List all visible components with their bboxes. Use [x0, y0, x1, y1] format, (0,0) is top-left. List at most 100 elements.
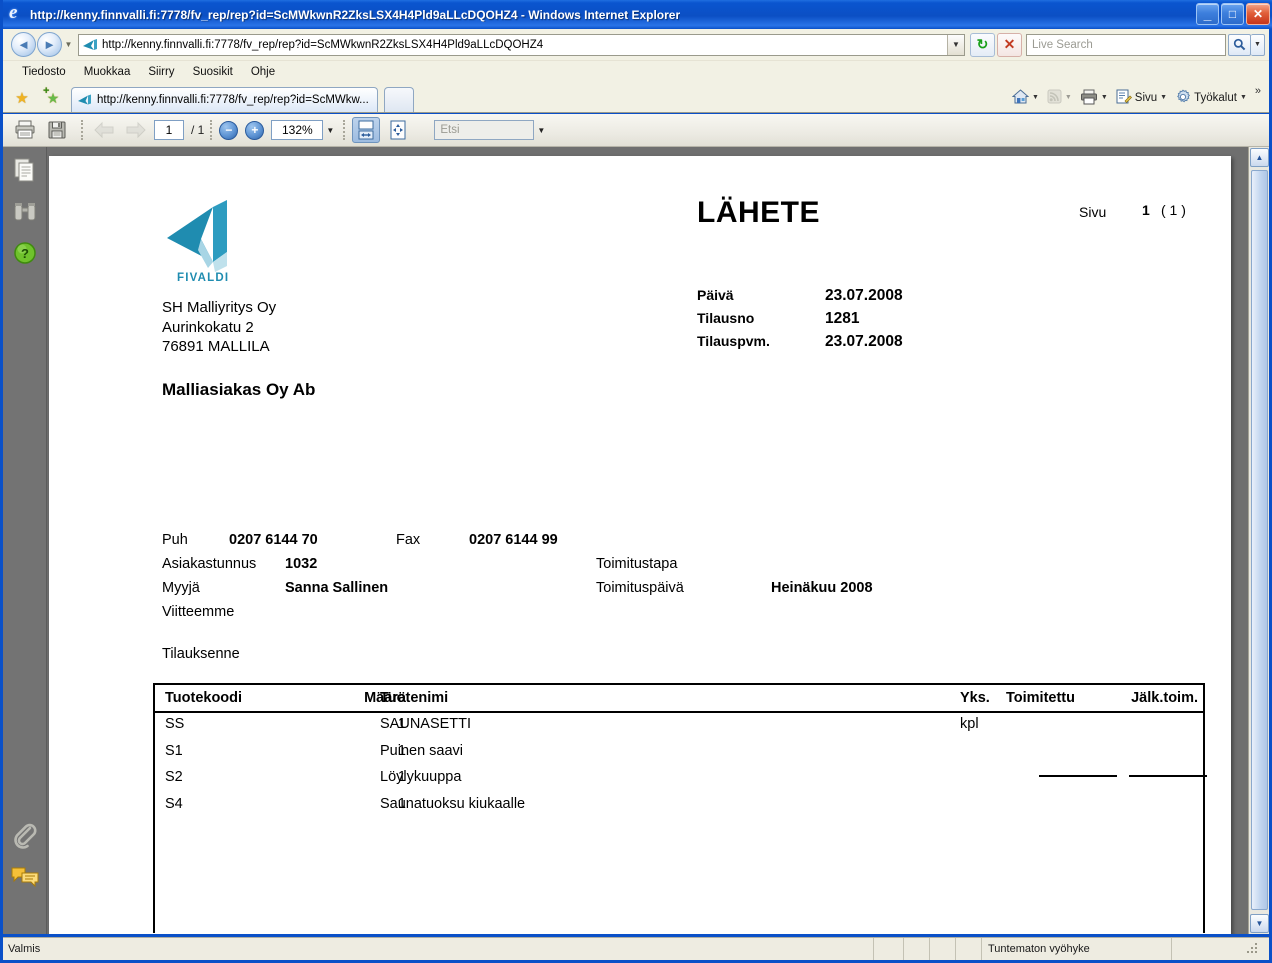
meta-row-paiva: Päivä 23.07.2008	[697, 284, 903, 307]
cell-name: SAUNASETTI	[380, 716, 472, 732]
page-menu-dropdown-icon[interactable]: ▼	[1160, 94, 1167, 101]
detail-label-2	[596, 600, 771, 624]
pdf-viewer: ? FIVALDI SH Malliyritys Oy Aurinkokatu …	[3, 147, 1269, 934]
detail-value: 1032	[285, 556, 318, 572]
search-binoculars-icon[interactable]	[8, 195, 42, 229]
pdf-find-dropdown-icon[interactable]: ▼	[534, 120, 548, 140]
print-icon	[1080, 89, 1098, 107]
add-to-favorites-icon[interactable]: ★	[42, 85, 64, 109]
refresh-button[interactable]: ↻	[970, 32, 995, 57]
command-bar: ▼ ▼ ▼ Sivu ▼ Työkalut ▼ »	[1008, 83, 1269, 112]
favorites-star-icon[interactable]: ★	[11, 87, 33, 109]
pdf-page-input[interactable]: 1	[154, 120, 184, 140]
pdf-previous-page-button[interactable]	[90, 117, 118, 143]
comments-icon[interactable]	[8, 860, 42, 894]
cell-qty: 1	[397, 795, 406, 812]
detail-value: Sanna Sallinen	[285, 580, 389, 596]
pages-panel-icon[interactable]	[8, 154, 42, 188]
pdf-save-button[interactable]	[43, 117, 71, 143]
scroll-down-button[interactable]: ▼	[1250, 914, 1269, 933]
pdf-zoom-out-button[interactable]: −	[219, 120, 239, 140]
pdf-print-button[interactable]	[11, 117, 39, 143]
security-zone[interactable]: Tuntematon vyöhyke	[981, 938, 1171, 960]
table-row: S2 Löylykuuppa 1	[155, 766, 1203, 793]
detail-label: Asiakastunnus	[162, 556, 257, 572]
navigation-bar: ◄ ► ▼ http://kenny.finnvalli.fi:7778/fv_…	[3, 29, 1269, 61]
close-button[interactable]: ✕	[1246, 3, 1270, 25]
live-search-input[interactable]: Live Search	[1026, 33, 1226, 56]
feeds-button[interactable]: ▼	[1043, 86, 1076, 110]
scrollbar-thumb[interactable]	[1251, 170, 1268, 910]
menu-bar: Tiedosto Muokkaa Siirry Suosikit Ohje	[3, 61, 1269, 83]
cell-code: S1	[165, 742, 183, 759]
menu-item-ohje[interactable]: Ohje	[242, 64, 284, 80]
pdf-find-placeholder: Etsi	[440, 124, 460, 136]
menu-item-tiedosto[interactable]: Tiedosto	[13, 64, 75, 80]
items-table-header: Tuotekoodi Tuotenimi Määrä Yks. Toimitet…	[155, 685, 1203, 713]
browser-tab[interactable]: http://kenny.finnvalli.fi:7778/fv_rep/re…	[71, 87, 378, 112]
toolbar-separator	[81, 120, 84, 140]
pdf-zoom-level[interactable]: 132%	[271, 120, 324, 140]
pdf-find-input[interactable]: Etsi	[434, 120, 535, 140]
security-zone-text: Tuntematon vyöhyke	[988, 943, 1090, 955]
home-button[interactable]: ▼	[1008, 86, 1043, 110]
pdf-zoom-in-button[interactable]: +	[245, 120, 265, 140]
pdf-zoom-dropdown-icon[interactable]: ▼	[323, 120, 337, 140]
command-overflow-icon[interactable]: »	[1251, 85, 1265, 97]
tools-menu-button[interactable]: Työkalut ▼	[1171, 86, 1251, 110]
attachments-paperclip-icon[interactable]	[8, 819, 42, 853]
history-dropdown-icon[interactable]: ▼	[62, 40, 75, 49]
tools-menu-dropdown-icon[interactable]: ▼	[1240, 94, 1247, 101]
vertical-scrollbar[interactable]: ▲ ▼	[1248, 147, 1269, 934]
menu-item-siirry[interactable]: Siirry	[139, 64, 183, 80]
stop-button[interactable]: ✕	[997, 32, 1022, 57]
document-detail-rows: Asiakastunnus 1032 Toimitustapa Myyjä Sa…	[162, 552, 873, 624]
detail-value-2: Heinäkuu 2008	[771, 580, 873, 596]
table-row: S4 Saunatuoksu kiukaalle 1	[155, 793, 1203, 820]
page-icon	[1116, 89, 1132, 106]
help-icon[interactable]: ?	[8, 236, 42, 270]
your-order-label: Tilauksenne	[162, 646, 240, 662]
scroll-up-button[interactable]: ▲	[1250, 148, 1269, 167]
search-dropdown-icon[interactable]: ▼	[1251, 33, 1265, 56]
toolbar-separator	[343, 120, 346, 140]
forward-button[interactable]: ►	[37, 32, 62, 57]
print-dropdown-icon[interactable]: ▼	[1101, 94, 1108, 101]
minimize-button[interactable]: _	[1196, 3, 1219, 25]
meta-key: Tilausno	[697, 310, 755, 326]
print-button[interactable]: ▼	[1076, 86, 1112, 110]
items-table: Tuotekoodi Tuotenimi Määrä Yks. Toimitet…	[153, 683, 1207, 933]
customer-name: Malliasiakas Oy Ab	[162, 380, 316, 399]
phone-value: 0207 6144 70	[229, 532, 318, 548]
pdf-page-total: / 1	[191, 123, 205, 137]
meta-row-tilauspvm: Tilauspvm. 23.07.2008	[697, 330, 903, 353]
tab-bar: ★ ★ http://kenny.finnvalli.fi:7778/fv_re…	[3, 83, 1269, 113]
svg-text:?: ?	[21, 246, 29, 261]
detail-row-viitteemme: Viitteemme	[162, 600, 873, 624]
menu-item-muokkaa[interactable]: Muokkaa	[75, 64, 140, 80]
sender-address: SH Malliyritys Oy Aurinkokatu 2 76891 MA…	[162, 298, 276, 357]
maximize-button[interactable]: □	[1221, 3, 1244, 25]
address-dropdown-icon[interactable]: ▼	[947, 34, 964, 55]
page-menu-button[interactable]: Sivu ▼	[1112, 86, 1171, 110]
detail-label-2: Toimituspäivä	[596, 580, 684, 596]
window-title: http://kenny.finnvalli.fi:7778/fv_rep/re…	[30, 7, 681, 22]
menu-item-suosikit[interactable]: Suosikit	[184, 64, 242, 80]
detail-row-asiakastunnus: Asiakastunnus 1032 Toimitustapa	[162, 552, 873, 576]
back-button[interactable]: ◄	[11, 32, 36, 57]
feeds-dropdown-icon[interactable]: ▼	[1065, 94, 1072, 101]
home-dropdown-icon[interactable]: ▼	[1032, 94, 1039, 101]
pdf-next-page-button[interactable]	[122, 117, 150, 143]
detail-label-2: Toimitustapa	[596, 556, 678, 572]
search-icon[interactable]	[1228, 33, 1251, 56]
cell-code: S4	[165, 795, 183, 812]
pdf-fit-width-button[interactable]	[352, 117, 381, 143]
status-text: Valmis	[8, 943, 41, 955]
pdf-fit-page-button[interactable]	[384, 117, 412, 143]
address-input[interactable]: http://kenny.finnvalli.fi:7778/fv_rep/re…	[78, 33, 965, 56]
title-bar: http://kenny.finnvalli.fi:7778/fv_rep/re…	[3, 0, 1272, 29]
resize-grip-icon[interactable]	[1246, 942, 1260, 956]
status-pane-4	[955, 938, 981, 960]
cell-name: Löylykuuppa	[380, 769, 462, 785]
new-tab-button[interactable]	[383, 87, 414, 112]
